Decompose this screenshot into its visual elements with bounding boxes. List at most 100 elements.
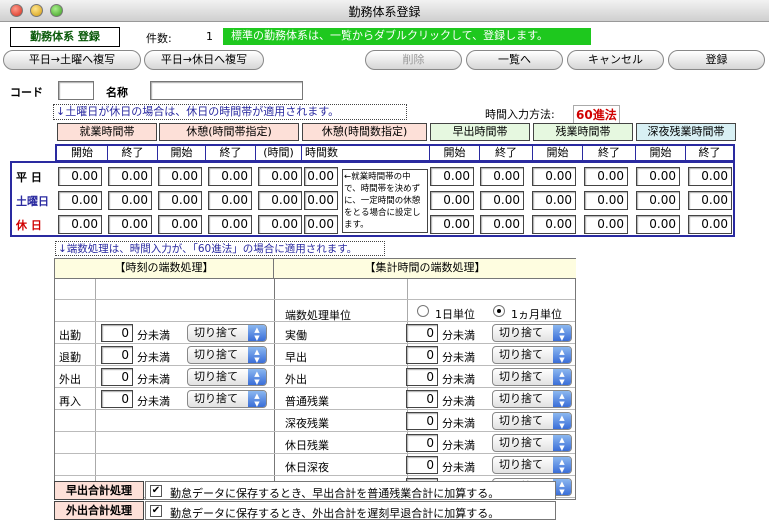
- work-end-input[interactable]: 0.00: [108, 167, 152, 186]
- rounding-minutes-input[interactable]: 0: [406, 412, 438, 430]
- register-button[interactable]: 登録: [668, 50, 765, 70]
- status-message: 標準の勤務体系は、一覧からダブルクリックして、登録します。: [223, 28, 591, 45]
- time-rounding-header: 【時刻の端数処理】: [55, 259, 274, 279]
- break-count-input[interactable]: 0.00: [304, 167, 338, 186]
- rounding-table: 【時刻の端数処理】 【集計時間の端数処理】 端数処理単位 1日単位 1ヵ月単位 …: [54, 258, 576, 500]
- early-end-input[interactable]: 0.00: [480, 215, 524, 234]
- break-hours-input[interactable]: 0.00: [258, 191, 302, 210]
- rounding-suffix: 分未満: [137, 329, 170, 342]
- late-end-input[interactable]: 0.00: [688, 167, 732, 186]
- rounding-minutes-input[interactable]: 0: [406, 434, 438, 452]
- work-start-label: 開始: [57, 146, 107, 160]
- work-end-input[interactable]: 0.00: [108, 215, 152, 234]
- rounding-minutes-input[interactable]: 0: [101, 324, 133, 342]
- rounding-mode-select[interactable]: 切り捨て ▲▼: [492, 390, 572, 408]
- rounding-minutes-input[interactable]: 0: [101, 368, 133, 386]
- break-count-input[interactable]: 0.00: [304, 191, 338, 210]
- early-total-text: 勤怠データに保存するとき、早出合計を普通残業合計に加算する。: [170, 487, 500, 500]
- break-hours-note: ←就業時間帯の中で、時間帯を決めずに、一定時間の休憩をとる場合に設定します。: [342, 169, 428, 233]
- rounding-mode-select[interactable]: 切り捨て ▲▼: [187, 324, 267, 342]
- late-end-input[interactable]: 0.00: [688, 191, 732, 210]
- updown-arrows-icon: ▲ ▼: [248, 347, 266, 364]
- rounding-suffix: 分未満: [442, 351, 475, 364]
- rounding-mode-select[interactable]: 切り捨て ▲▼: [492, 456, 572, 474]
- break-end-input[interactable]: 0.00: [208, 167, 252, 186]
- rounding-mode-select[interactable]: 切り捨て ▲▼: [492, 368, 572, 386]
- name-label: 名称: [106, 86, 128, 99]
- ot-end-input[interactable]: 0.00: [584, 167, 628, 186]
- early-end-input[interactable]: 0.00: [480, 191, 524, 210]
- early-end-input[interactable]: 0.00: [480, 167, 524, 186]
- code-input[interactable]: [58, 81, 94, 100]
- early-total-label: 早出合計処理: [54, 481, 144, 500]
- rounding-minutes-input[interactable]: 0: [406, 346, 438, 364]
- cancel-button[interactable]: キャンセル: [567, 50, 664, 70]
- rounding-row-label: 早出: [285, 351, 307, 364]
- late-start-input[interactable]: 0.00: [636, 191, 680, 210]
- rounding-mode-value: 切り捨て: [499, 370, 543, 383]
- to-list-button[interactable]: 一覧へ: [466, 50, 563, 70]
- break-count-input[interactable]: 0.00: [304, 215, 338, 234]
- rounding-suffix: 分未満: [137, 351, 170, 364]
- input-method-value[interactable]: 60進法: [573, 105, 620, 124]
- early-total-checkbox[interactable]: ✔: [150, 485, 162, 497]
- rounding-minutes-input[interactable]: 0: [101, 346, 133, 364]
- break-start-input[interactable]: 0.00: [158, 167, 202, 186]
- rounding-suffix: 分未満: [442, 439, 475, 452]
- early-start-input[interactable]: 0.00: [430, 215, 474, 234]
- rounding-minutes-input[interactable]: 0: [406, 368, 438, 386]
- break-start-input[interactable]: 0.00: [158, 215, 202, 234]
- rounding-note: ↓端数処理は、時間入力が、「60進法」の場合に適用されます。: [55, 241, 385, 256]
- late-end-input[interactable]: 0.00: [688, 215, 732, 234]
- break-end-label: 終了: [205, 146, 255, 160]
- rounding-mode-select[interactable]: 切り捨て ▲▼: [492, 434, 572, 452]
- work-start-input[interactable]: 0.00: [58, 191, 102, 210]
- delete-button[interactable]: 削除: [365, 50, 462, 70]
- rounding-mode-select[interactable]: 切り捨て ▲▼: [492, 412, 572, 430]
- rounding-mode-select[interactable]: 切り捨て ▲▼: [492, 324, 572, 342]
- overtime-start-label: 開始: [532, 146, 582, 160]
- rounding-mode-value: 切り捨て: [499, 392, 543, 405]
- unit-month-radio[interactable]: [493, 305, 505, 317]
- outing-total-row: ✔ 勤怠データに保存するとき、外出合計を遅刻早退合計に加算する。: [145, 501, 556, 520]
- outing-total-text: 勤怠データに保存するとき、外出合計を遅刻早退合計に加算する。: [170, 507, 500, 520]
- total-rounding-header: 【集計時間の端数処理】: [274, 259, 576, 279]
- ot-end-input[interactable]: 0.00: [584, 191, 628, 210]
- work-start-input[interactable]: 0.00: [58, 215, 102, 234]
- break-start-label: 開始: [157, 146, 205, 160]
- rounding-mode-select[interactable]: 切り捨て ▲▼: [187, 390, 267, 408]
- rounding-mode-select[interactable]: 切り捨て ▲▼: [187, 368, 267, 386]
- break-start-input[interactable]: 0.00: [158, 191, 202, 210]
- ot-start-input[interactable]: 0.00: [532, 215, 576, 234]
- rounding-minutes-input[interactable]: 0: [406, 390, 438, 408]
- rounding-mode-select[interactable]: 切り捨て ▲▼: [187, 346, 267, 364]
- outing-total-checkbox[interactable]: ✔: [150, 505, 162, 517]
- rounding-suffix: 分未満: [442, 417, 475, 430]
- rounding-mode-select[interactable]: 切り捨て ▲▼: [492, 346, 572, 364]
- ot-start-input[interactable]: 0.00: [532, 191, 576, 210]
- updown-arrows-icon: ▲ ▼: [553, 325, 571, 342]
- name-input[interactable]: [150, 81, 303, 100]
- late-start-input[interactable]: 0.00: [636, 167, 680, 186]
- late-start-label: 開始: [635, 146, 685, 160]
- ot-start-input[interactable]: 0.00: [532, 167, 576, 186]
- break-hours-input[interactable]: 0.00: [258, 167, 302, 186]
- break-hours-input[interactable]: 0.00: [258, 215, 302, 234]
- rounding-suffix: 分未満: [442, 395, 475, 408]
- early-start-input[interactable]: 0.00: [430, 167, 474, 186]
- ot-end-input[interactable]: 0.00: [584, 215, 628, 234]
- copy-weekday-to-saturday-button[interactable]: 平日→土曜へ複写: [3, 50, 141, 70]
- input-method-label: 時間入力方法:: [485, 108, 555, 121]
- late-start-input[interactable]: 0.00: [636, 215, 680, 234]
- break-end-input[interactable]: 0.00: [208, 215, 252, 234]
- rounding-minutes-input[interactable]: 0: [406, 324, 438, 342]
- work-end-input[interactable]: 0.00: [108, 191, 152, 210]
- work-start-input[interactable]: 0.00: [58, 167, 102, 186]
- early-start-input[interactable]: 0.00: [430, 191, 474, 210]
- unit-day-radio[interactable]: [417, 305, 429, 317]
- rounding-minutes-input[interactable]: 0: [101, 390, 133, 408]
- break-end-input[interactable]: 0.00: [208, 191, 252, 210]
- unit-day-label: 1日単位: [435, 308, 475, 321]
- copy-weekday-to-holiday-button[interactable]: 平日→休日へ複写: [144, 50, 264, 70]
- rounding-minutes-input[interactable]: 0: [406, 456, 438, 474]
